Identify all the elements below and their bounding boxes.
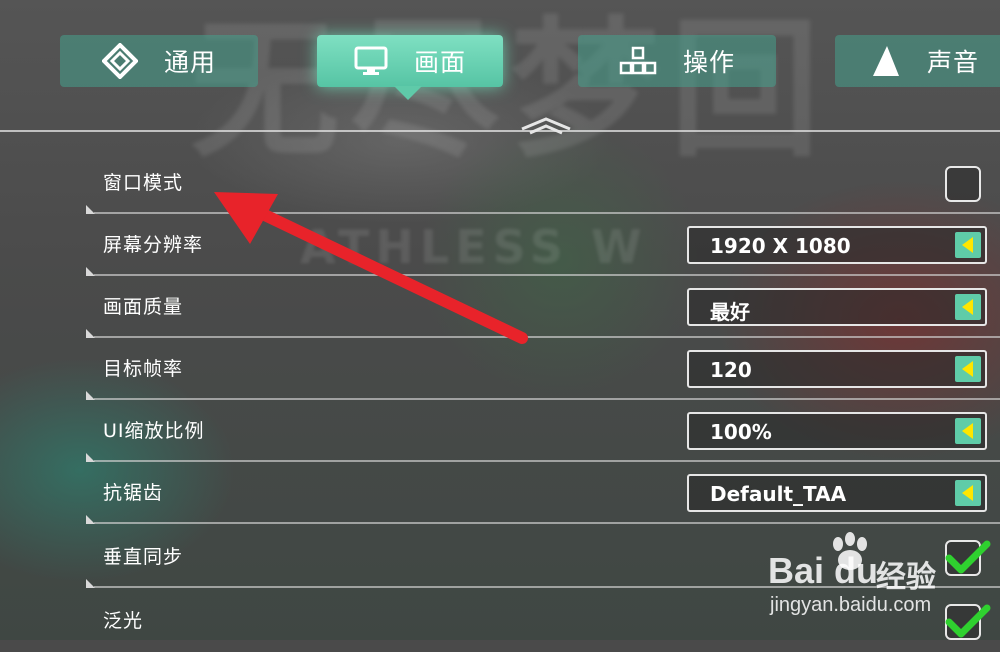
row-divider — [94, 522, 1000, 524]
resolution-dropdown[interactable]: 1920 X 1080 — [687, 226, 987, 264]
dropdown-value: Default_TAA — [710, 482, 847, 506]
dropdown-value: 100% — [710, 420, 772, 444]
setting-label: 屏幕分辨率 — [103, 234, 204, 256]
row-corner-tick — [86, 515, 95, 524]
collapse-chevron-icon — [521, 117, 571, 135]
setting-label: UI缩放比例 — [103, 420, 205, 442]
monitor-icon — [354, 46, 388, 75]
sound-cone-icon — [872, 46, 899, 76]
ui-scale-dropdown[interactable]: 100% — [687, 412, 987, 450]
antialiasing-dropdown[interactable]: Default_TAA — [687, 474, 987, 512]
row-corner-tick — [86, 391, 95, 400]
setting-label: 画面质量 — [103, 296, 184, 318]
row-corner-tick — [86, 267, 95, 276]
blocks-icon — [619, 46, 657, 75]
setting-row-ui-scale: UI缩放比例 100% — [86, 400, 1000, 462]
watermark-url: jingyan.baidu.com — [770, 594, 932, 616]
row-corner-tick — [86, 453, 95, 462]
setting-label: 窗口模式 — [103, 172, 184, 194]
setting-row-resolution: 屏幕分辨率 1920 X 1080 — [86, 214, 1000, 276]
diamond-frame-icon — [101, 43, 138, 79]
header-divider — [0, 130, 1000, 132]
setting-row-framerate: 目标帧率 120 — [86, 338, 1000, 400]
tab-label: 操作 — [682, 48, 735, 77]
baidu-jingyan-watermark: Bai du 经验 jingyan.baidu.com — [768, 532, 1000, 640]
watermark-brand: Bai du — [768, 550, 879, 591]
tab-controls[interactable]: 操作 — [578, 35, 776, 87]
dropdown-value: 最好 — [710, 300, 750, 324]
active-tab-pointer — [394, 86, 422, 100]
dropdown-value: 120 — [710, 358, 752, 382]
row-corner-tick — [86, 329, 95, 338]
dropdown-arrow-icon[interactable] — [955, 480, 981, 506]
tab-label: 画面 — [413, 48, 466, 77]
setting-row-antialiasing: 抗锯齿 Default_TAA — [86, 462, 1000, 524]
setting-label: 垂直同步 — [103, 546, 184, 568]
tab-sound[interactable]: 声音 — [835, 35, 1000, 87]
row-corner-tick — [86, 579, 95, 588]
setting-label: 泛光 — [103, 610, 144, 632]
setting-row-window-mode: 窗口模式 — [86, 152, 1000, 214]
dropdown-arrow-icon[interactable] — [955, 232, 981, 258]
dropdown-arrow-icon[interactable] — [955, 294, 981, 320]
setting-label: 抗锯齿 — [103, 482, 164, 504]
setting-row-quality: 画面质量 最好 — [86, 276, 1000, 338]
framerate-dropdown[interactable]: 120 — [687, 350, 987, 388]
tab-label: 通用 — [163, 48, 216, 77]
watermark-product: 经验 — [876, 560, 936, 595]
dropdown-value: 1920 X 1080 — [710, 234, 851, 258]
quality-dropdown[interactable]: 最好 — [687, 288, 987, 326]
tab-general[interactable]: 通用 — [60, 35, 258, 87]
tab-display[interactable]: 画面 — [317, 35, 503, 87]
dropdown-arrow-icon[interactable] — [955, 356, 981, 382]
window-mode-checkbox[interactable] — [945, 166, 981, 202]
tab-label: 声音 — [926, 48, 979, 77]
setting-label: 目标帧率 — [103, 358, 184, 380]
dropdown-arrow-icon[interactable] — [955, 418, 981, 444]
row-corner-tick — [86, 205, 95, 214]
